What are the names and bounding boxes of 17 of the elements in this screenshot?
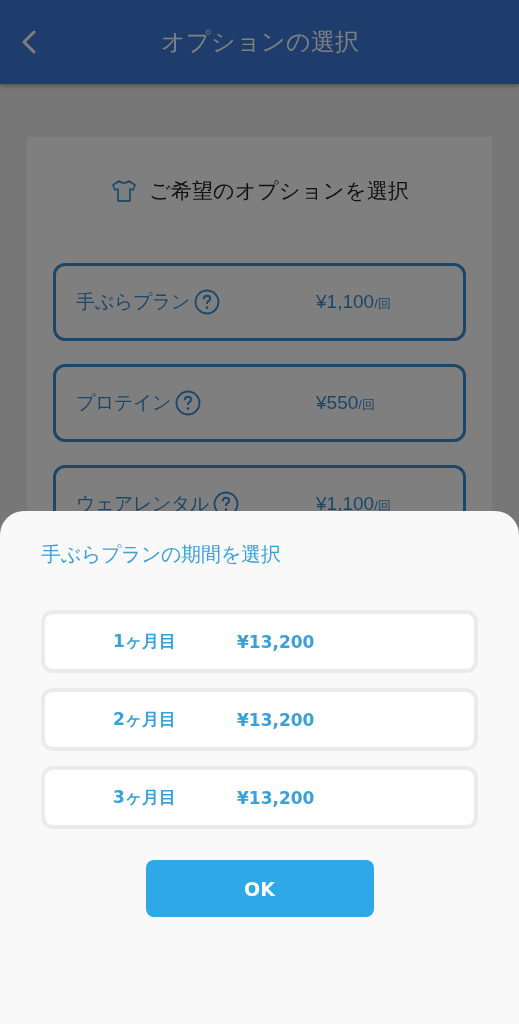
- period-option[interactable]: 1ヶ月目 ¥13,200: [41, 610, 478, 673]
- sheet-title: 手ぶらプランの期間を選択: [41, 541, 282, 568]
- period-option[interactable]: 2ヶ月目 ¥13,200: [41, 688, 478, 751]
- period-option[interactable]: 3ヶ月目 ¥13,200: [41, 766, 478, 829]
- option-button[interactable]: 手ぶらプラン ¥1,100/回: [53, 263, 466, 341]
- price-unit: /回: [358, 397, 375, 412]
- option-price: ¥1,100: [316, 493, 375, 514]
- screen-title: オプションの選択: [160, 27, 359, 58]
- shirt-icon: [110, 179, 137, 203]
- card-title: ご希望のオプションを選択: [148, 178, 409, 205]
- ok-button[interactable]: OK: [145, 860, 374, 917]
- option-price: ¥550: [316, 392, 359, 413]
- option-price: ¥1,100: [316, 291, 375, 312]
- price-unit: /回: [374, 498, 391, 513]
- back-icon[interactable]: [22, 30, 36, 54]
- price-unit: /回: [374, 296, 391, 311]
- option-button[interactable]: プロテイン ¥550/回: [53, 364, 466, 442]
